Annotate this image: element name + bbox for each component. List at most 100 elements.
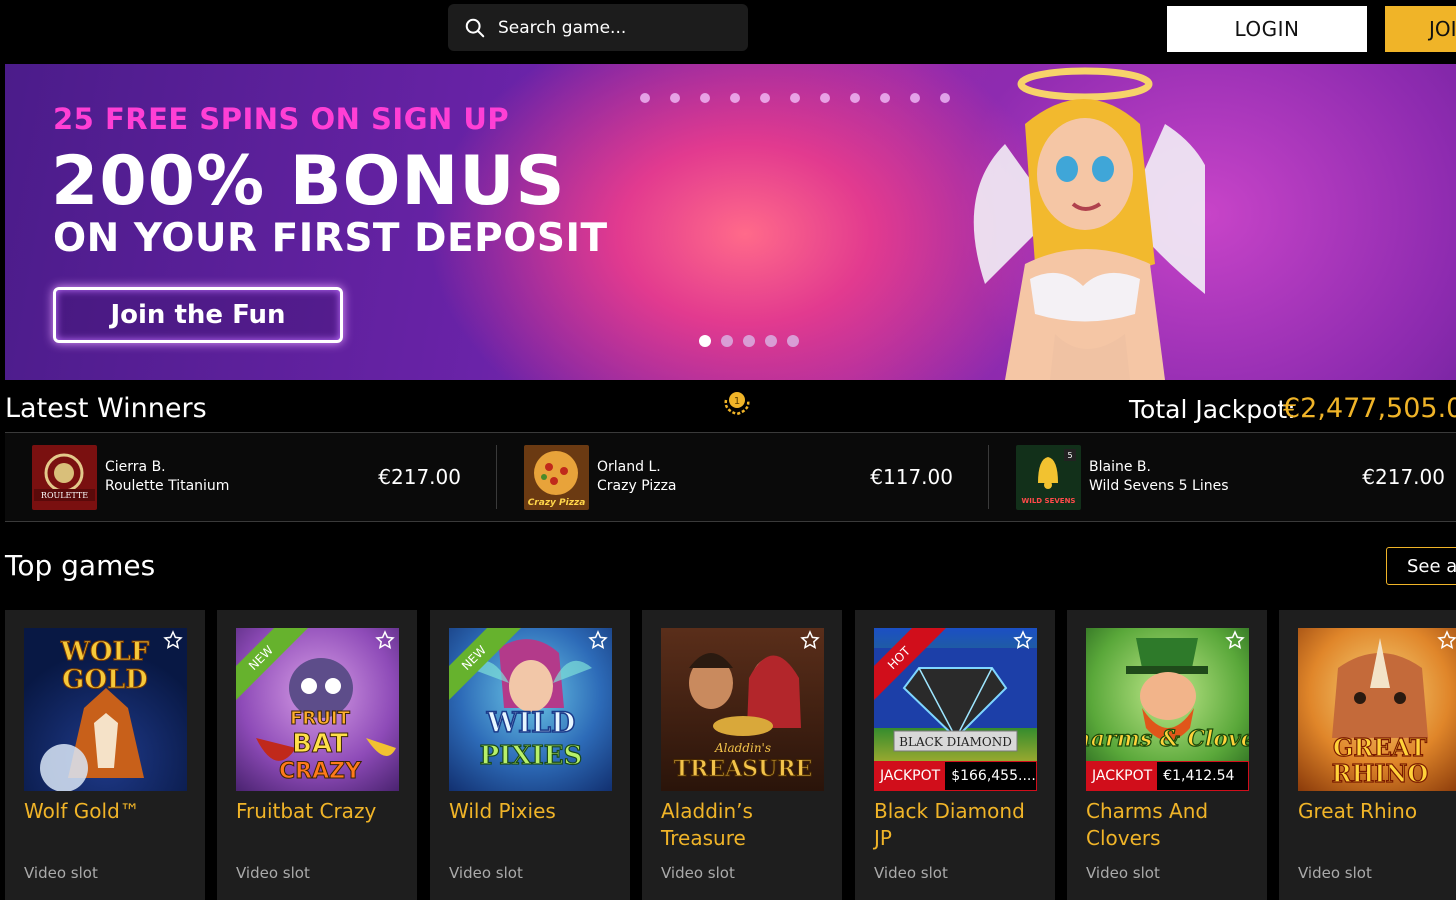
game-thumbnail[interactable]: Charms & Clovers JACKPOT €1,412.54 [1086, 628, 1249, 791]
jackpot-label: JACKPOT [1087, 762, 1158, 790]
game-thumbnail[interactable]: GREAT RHINO [1298, 628, 1456, 791]
game-thumbnail[interactable]: WILD PIXIES NEW [449, 628, 612, 791]
winner-amount: €217.00 [378, 465, 461, 489]
angel-character-illustration [973, 67, 1205, 380]
login-button[interactable]: LOGIN [1167, 6, 1367, 52]
medal-icon: 1 [724, 392, 750, 416]
favorite-star-icon[interactable] [588, 630, 608, 650]
jackpot-value: €1,412.54 [1163, 768, 1235, 784]
winner-name: Orland L. [597, 459, 661, 475]
search-icon [465, 18, 485, 37]
svg-text:BAT: BAT [292, 729, 348, 759]
winner-item[interactable]: ROULETTE Cierra B. Roulette Titanium €21… [5, 433, 497, 521]
game-type: Video slot [661, 864, 735, 882]
carousel-dot[interactable] [765, 335, 777, 347]
winner-game: Roulette Titanium [105, 478, 230, 494]
favorite-star-icon[interactable] [375, 630, 395, 650]
jackpot-bar: JACKPOT $166,455.... [874, 761, 1037, 791]
join-the-fun-button[interactable]: Join the Fun [53, 287, 343, 343]
game-type: Video slot [874, 864, 948, 882]
game-type: Video slot [24, 864, 98, 882]
winner-item[interactable]: Crazy Pizza Orland L. Crazy Pizza €117.0… [497, 433, 989, 521]
carousel-dot[interactable] [743, 335, 755, 347]
winner-name: Blaine B. [1089, 459, 1151, 475]
join-button[interactable]: JOIN [1385, 6, 1456, 52]
svg-text:GOLD: GOLD [62, 665, 148, 695]
roulette-titanium-thumbnail: ROULETTE [32, 445, 97, 510]
svg-text:WILD: WILD [486, 706, 576, 739]
winner-amount: €117.00 [870, 465, 953, 489]
game-name[interactable]: Aladdin’s Treasure [661, 798, 836, 852]
total-jackpot-label: Total Jackpot: [1129, 395, 1296, 424]
game-type: Video slot [449, 864, 523, 882]
svg-text:GREAT: GREAT [1333, 733, 1427, 762]
game-card[interactable]: WILD PIXIES NEW Wild Pixies Video slot [430, 610, 630, 900]
winner-item[interactable]: 5 WILD SEVENS Blaine B. Wild Sevens 5 Li… [989, 433, 1456, 521]
jackpot-bar: JACKPOT €1,412.54 [1086, 761, 1249, 791]
jackpot-label: JACKPOT [875, 762, 946, 790]
svg-text:WILD SEVENS: WILD SEVENS [1022, 497, 1076, 505]
game-thumbnail[interactable]: WOLF GOLD [24, 628, 187, 791]
svg-text:CRAZY: CRAZY [279, 759, 362, 784]
game-card[interactable]: WOLF GOLD Wolf Gold™ Video slot [5, 610, 205, 900]
svg-text:Charms & Clovers: Charms & Clovers [1086, 726, 1249, 752]
game-thumbnail[interactable]: BLACK DIAMOND HOT JACKPOT $166,455.... [874, 628, 1037, 791]
carousel-dots [699, 335, 799, 347]
game-card[interactable]: BLACK DIAMOND HOT JACKPOT $166,455.... B… [855, 610, 1055, 900]
latest-winners-title: Latest Winners [5, 393, 207, 424]
carousel-dot[interactable] [721, 335, 733, 347]
wolf-gold-art: WOLF GOLD [40, 637, 150, 791]
wild-sevens-thumbnail: 5 WILD SEVENS [1016, 445, 1081, 510]
crazy-pizza-thumbnail: Crazy Pizza [524, 445, 589, 510]
game-name[interactable]: Charms And Clovers [1086, 798, 1261, 852]
stage-lights-decoration [640, 93, 950, 103]
svg-text:BLACK DIAMOND: BLACK DIAMOND [899, 735, 1012, 749]
game-name[interactable]: Wolf Gold™ [24, 798, 199, 825]
favorite-star-icon[interactable] [1225, 630, 1245, 650]
svg-text:TREASURE: TREASURE [674, 756, 813, 782]
favorite-star-icon[interactable] [1013, 630, 1033, 650]
winner-name: Cierra B. [105, 459, 166, 475]
top-games-title: Top games [5, 549, 156, 582]
search-input[interactable] [496, 16, 726, 39]
game-name[interactable]: Wild Pixies [449, 798, 624, 825]
game-type: Video slot [1086, 864, 1160, 882]
svg-text:PIXIES: PIXIES [480, 741, 583, 771]
game-name[interactable]: Great Rhino [1298, 798, 1456, 825]
carousel-dot[interactable] [787, 335, 799, 347]
search-bar[interactable] [448, 4, 748, 51]
svg-text:FRUIT: FRUIT [290, 708, 350, 729]
game-name[interactable]: Black Diamond JP [874, 798, 1049, 852]
game-card[interactable]: Aladdin's TREASURE Aladdin’s Treasure Vi… [642, 610, 842, 900]
svg-text:5: 5 [1067, 451, 1072, 460]
game-card[interactable]: Charms & Clovers JACKPOT €1,412.54 Charm… [1067, 610, 1267, 900]
game-thumbnail[interactable]: FRUIT BAT CRAZY NEW [236, 628, 399, 791]
svg-text:Aladdin's: Aladdin's [714, 741, 771, 755]
winner-game: Wild Sevens 5 Lines [1089, 478, 1229, 494]
see-all-button[interactable]: See all [1386, 547, 1456, 585]
game-card[interactable]: FRUIT BAT CRAZY NEW Fruitbat Crazy Video… [217, 610, 417, 900]
total-jackpot-value: €2,477,505.0 [1283, 393, 1456, 424]
game-thumbnail[interactable]: Aladdin's TREASURE [661, 628, 824, 791]
promo-title: 200% BONUS [51, 142, 566, 221]
winner-amount: €217.00 [1362, 465, 1445, 489]
svg-text:1: 1 [734, 396, 740, 407]
promo-banner[interactable]: 25 FREE SPINS ON SIGN UP 200% BONUS ON Y… [5, 64, 1456, 380]
promo-title-line2: ON YOUR FIRST DEPOSIT [53, 216, 608, 261]
game-card[interactable]: GREAT RHINO Great Rhino Video slot [1279, 610, 1456, 900]
svg-text:ROULETTE: ROULETTE [41, 491, 88, 500]
winner-game: Crazy Pizza [597, 478, 677, 494]
latest-winners-strip: ROULETTE Cierra B. Roulette Titanium €21… [5, 432, 1456, 522]
game-type: Video slot [1298, 864, 1372, 882]
carousel-dot[interactable] [699, 335, 711, 347]
jackpot-value: $166,455.... [951, 768, 1036, 784]
aladdins-treasure-art: Aladdin's TREASURE [673, 653, 813, 783]
favorite-star-icon[interactable] [800, 630, 820, 650]
promo-subtitle: 25 FREE SPINS ON SIGN UP [53, 102, 510, 136]
svg-text:Crazy Pizza: Crazy Pizza [528, 498, 586, 508]
favorite-star-icon[interactable] [1437, 630, 1456, 650]
svg-text:RHINO: RHINO [1332, 759, 1429, 788]
great-rhino-art: GREAT RHINO [1331, 638, 1429, 789]
game-name[interactable]: Fruitbat Crazy [236, 798, 411, 825]
favorite-star-icon[interactable] [163, 630, 183, 650]
